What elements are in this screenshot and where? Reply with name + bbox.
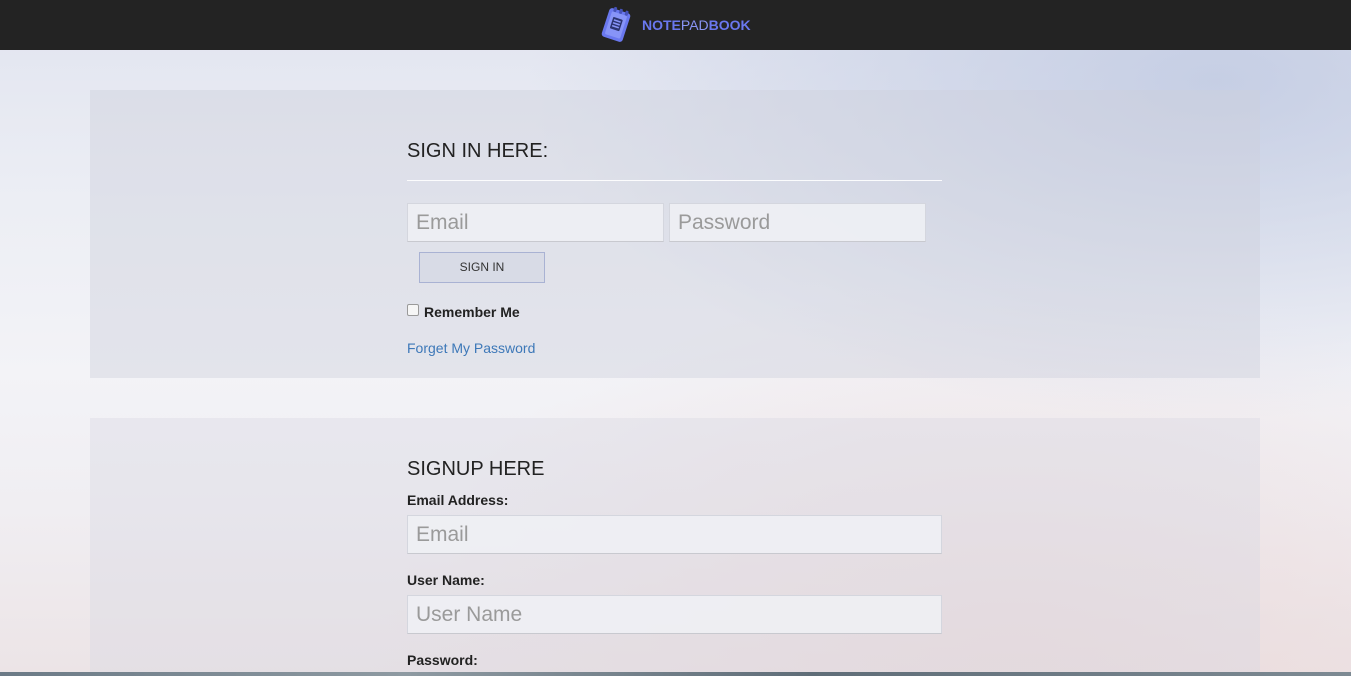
brand-logo[interactable]: NOTEPADBOOK (598, 6, 751, 44)
signup-email-label: Email Address: (407, 492, 509, 508)
top-navbar: NOTEPADBOOK (0, 0, 1351, 50)
signin-title: SIGN IN HERE: (407, 140, 549, 162)
brand-name-pad: PAD (680, 17, 709, 33)
brand-name: NOTEPADBOOK (642, 17, 751, 33)
signup-title: SIGNUP HERE (407, 458, 545, 480)
remember-me[interactable]: Remember Me (407, 304, 520, 320)
signup-username-input[interactable] (407, 595, 942, 634)
signin-email-input[interactable] (407, 203, 664, 242)
signin-panel: SIGN IN HERE: SIGN IN Remember Me Forget… (90, 90, 1260, 378)
brand-name-note: NOTE (642, 17, 681, 33)
signin-divider (407, 180, 942, 181)
taskbar-edge (0, 672, 1351, 676)
forgot-password-link[interactable]: Forget My Password (407, 340, 535, 356)
brand-name-book: BOOK (708, 17, 751, 33)
remember-me-checkbox[interactable] (407, 304, 419, 316)
notepad-icon (601, 6, 631, 42)
signup-panel: SIGNUP HERE Email Address: User Name: Pa… (90, 418, 1260, 676)
remember-me-label: Remember Me (424, 304, 520, 320)
signin-password-input[interactable] (669, 203, 926, 242)
signup-password-label: Password: (407, 652, 478, 668)
signin-button[interactable]: SIGN IN (419, 252, 545, 283)
signup-email-input[interactable] (407, 515, 942, 554)
signup-username-label: User Name: (407, 572, 485, 588)
